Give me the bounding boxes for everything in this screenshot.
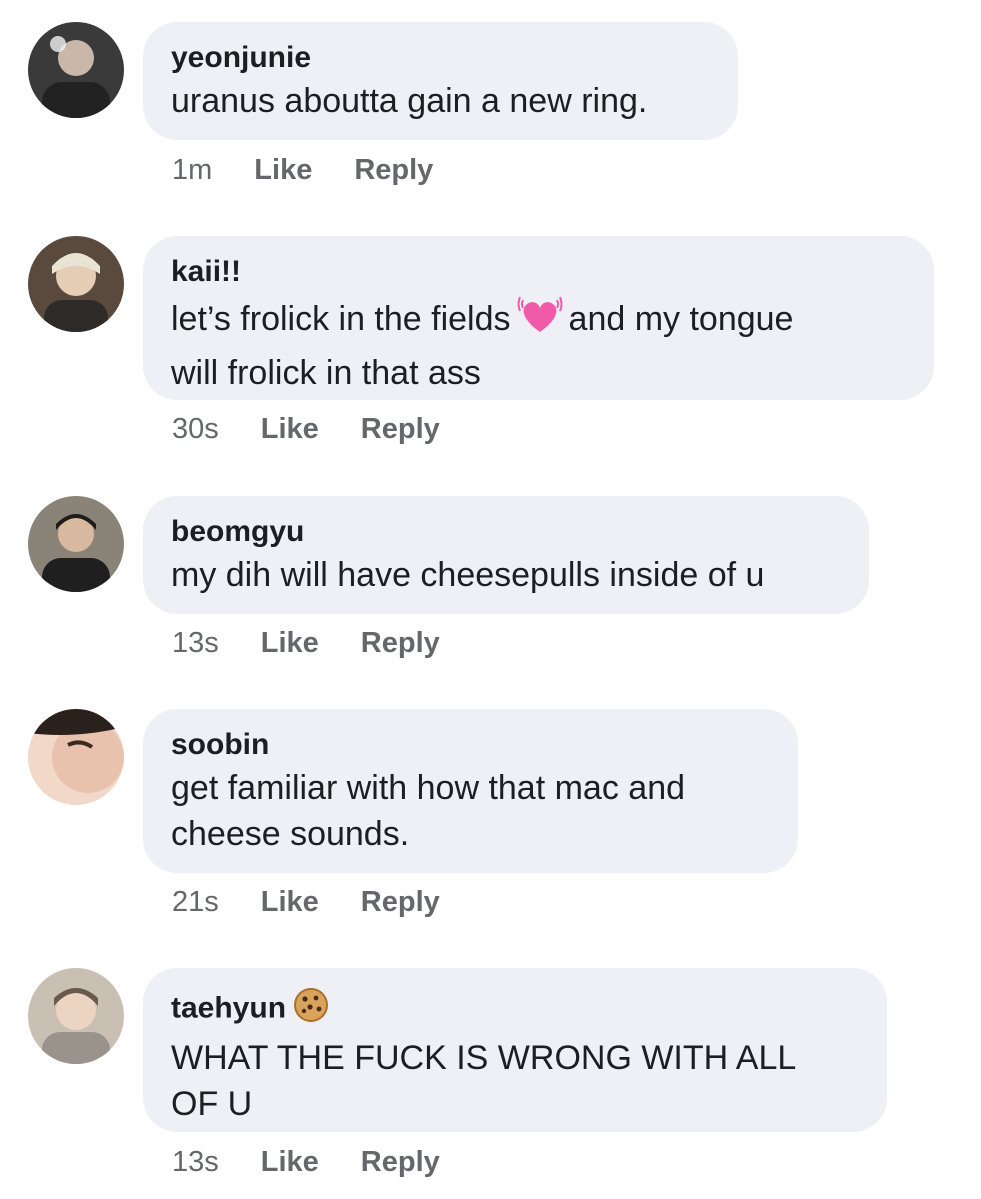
comment-text-line: get familiar with how that mac and	[171, 769, 686, 807]
like-button[interactable]: Like	[254, 154, 312, 186]
comment-meta: 30s Like Reply	[172, 412, 440, 446]
comment-text-part: and my tongue	[568, 299, 794, 338]
avatar[interactable]	[28, 496, 124, 592]
comment-text: uranus aboutta gain a new ring.	[171, 82, 648, 120]
comment-time: 30s	[172, 413, 219, 445]
comment-bubble: taehyun WHAT THE FUCK IS WRONG WITH ALL …	[143, 968, 887, 1132]
comment-author[interactable]: beomgyu	[171, 514, 841, 550]
like-button[interactable]: Like	[261, 1146, 319, 1178]
comment-bubble: yeonjunie uranus aboutta gain a new ring…	[143, 22, 738, 140]
like-button[interactable]: Like	[261, 413, 319, 445]
like-button[interactable]: Like	[261, 886, 319, 918]
comment-author: taehyun	[171, 986, 859, 1033]
comment-text: let’s frolick in the fields and my tongu…	[171, 292, 906, 396]
beating-heart-icon	[517, 292, 563, 350]
reply-button[interactable]: Reply	[354, 154, 433, 186]
comment-bubble: beomgyu my dih will have cheesepulls ins…	[143, 496, 869, 614]
comment-bubble: kaii!! let’s frolick in the fields and m…	[143, 236, 934, 400]
comment-text-line: WHAT THE FUCK IS WRONG WITH ALL	[171, 1039, 797, 1077]
like-button[interactable]: Like	[261, 627, 319, 659]
reply-button[interactable]: Reply	[361, 1146, 440, 1178]
reply-button[interactable]: Reply	[361, 886, 440, 918]
comment-author[interactable]: yeonjunie	[171, 40, 710, 76]
avatar[interactable]	[28, 236, 124, 332]
comment-meta: 13s Like Reply	[172, 1145, 440, 1179]
comment-meta: 21s Like Reply	[172, 885, 440, 919]
comment-time: 13s	[172, 627, 219, 659]
avatar[interactable]	[28, 709, 124, 805]
avatar[interactable]	[28, 22, 124, 118]
comment-text: WHAT THE FUCK IS WRONG WITH ALL OF U	[171, 1035, 859, 1127]
reply-button[interactable]: Reply	[361, 413, 440, 445]
comment-text-line: OF U	[171, 1085, 253, 1123]
comment-author[interactable]: kaii!!	[171, 254, 906, 290]
cookie-icon	[292, 986, 330, 1033]
comment-time: 1m	[172, 154, 213, 186]
comment-time: 13s	[172, 1146, 219, 1178]
reply-button[interactable]: Reply	[361, 627, 440, 659]
avatar[interactable]	[28, 968, 124, 1064]
comment-bubble: soobin get familiar with how that mac an…	[143, 709, 798, 873]
comment-meta: 1m Like Reply	[172, 153, 433, 187]
comment-meta: 13s Like Reply	[172, 626, 440, 660]
comment-text-part: will frolick in that ass	[171, 354, 481, 392]
comment-text: get familiar with how that mac and chees…	[171, 765, 770, 857]
comment-author[interactable]: soobin	[171, 727, 770, 763]
comment-text-part: let’s frolick in the fields	[171, 299, 511, 338]
comment-text: my dih will have cheesepulls inside of u	[171, 556, 765, 594]
comment-author-name[interactable]: taehyun	[171, 991, 286, 1024]
comment-time: 21s	[172, 886, 219, 918]
comment-text-line: cheese sounds.	[171, 815, 410, 853]
